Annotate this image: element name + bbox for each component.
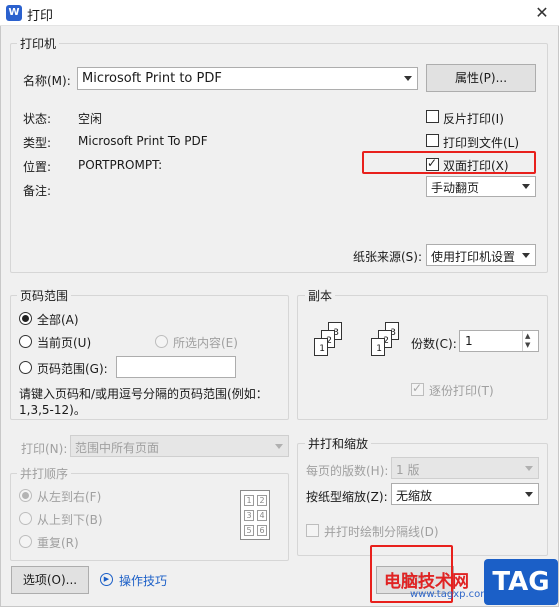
pages-per-sheet-label: 每页的版数(H): [306,464,389,478]
spin-up-icon[interactable]: ▲ [525,332,530,340]
window-title: 打印 [27,9,54,24]
duplex-highlight-box [362,151,536,174]
draw-lines-label: 并打时绘制分隔线(D) [324,525,439,539]
printer-name-select[interactable]: Microsoft Print to PDF [77,67,418,90]
order-left-right-label: 从左到右(F) [37,490,102,504]
range-all-radio[interactable] [19,312,32,325]
title-bar: W 打印 ✕ [0,0,559,26]
chevron-down-icon [275,444,283,449]
collate-checkbox[interactable] [411,381,424,396]
range-pages-radio[interactable] [19,361,32,374]
draw-lines-checkbox[interactable] [306,524,319,537]
preview-cell: 5 [244,525,254,536]
play-circle-icon[interactable]: ▶ [100,573,113,586]
page-range-input[interactable] [116,356,236,378]
location-value: PORTPROMPT: [78,158,163,172]
scale-label: 按纸型缩放(Z): [306,490,388,504]
collate-illustration-set2: 3 2 1 [363,322,411,388]
preview-cell: 3 [244,510,254,521]
status-label: 状态: [23,112,52,126]
preview-cell: 1 [244,495,254,506]
order-title: 并打顺序 [17,465,72,482]
spin-down-icon[interactable]: ▼ [525,341,530,349]
order-top-bottom-radio[interactable] [19,512,32,525]
watermark-url: www.tagxp.com [410,589,490,600]
range-pages-label: 页码范围(G): [37,362,108,376]
copies-spinner[interactable]: ▲ ▼ [522,331,538,351]
pages-per-sheet-select[interactable]: 1 版 [391,457,539,479]
chevron-down-icon [522,184,530,189]
copies-title: 副本 [305,287,336,304]
chevron-down-icon [525,466,533,471]
comment-label: 备注: [23,184,52,198]
chevron-down-icon [404,76,412,81]
reverse-print-checkbox[interactable] [426,110,439,123]
paper-source-select[interactable]: 使用打印机设置 [426,244,536,266]
copies-count-input[interactable]: 1 ▲ ▼ [459,330,539,352]
range-selection-radio[interactable] [155,335,168,348]
range-selection-label: 所选内容(E) [173,336,238,350]
order-left-right-radio[interactable] [19,489,32,502]
properties-button[interactable]: 属性(P)... [426,64,536,92]
location-label: 位置: [23,160,52,174]
reverse-print-label: 反片打印(I) [443,112,504,126]
copies-count-label: 份数(C): [411,337,457,351]
zoom-title: 并打和缩放 [305,435,372,452]
preview-cell: 2 [257,495,267,506]
copy-page-1: 1 [314,338,328,356]
collate-label: 逐份打印(T) [429,384,494,398]
close-icon[interactable]: ✕ [530,2,554,24]
order-preview: 1 2 3 4 5 6 [240,490,270,540]
preview-cell: 4 [257,510,267,521]
range-all-label: 全部(A) [37,313,79,327]
print-what-label: 打印(N): [21,442,68,456]
wps-logo-icon: W [6,5,22,21]
page-range-hint: 请键入页码和/或用逗号分隔的页码范围(例如：1,3,5-12)。 [19,387,268,417]
order-repeat-radio[interactable] [19,535,32,548]
type-label: 类型: [23,136,52,150]
type-value: Microsoft Print To PDF [78,134,208,148]
print-what-select[interactable]: 范围中所有页面 [70,435,289,457]
collate-illustration: 3 2 1 [306,322,354,388]
paper-source-label: 纸张来源(S): [353,250,423,264]
page-range-title: 页码范围 [17,287,72,304]
print-to-file-checkbox[interactable] [426,134,439,147]
status-value: 空闲 [78,112,103,126]
preview-cell: 6 [257,525,267,536]
order-top-bottom-label: 从上到下(B) [37,513,103,527]
watermark-tag-badge: TAG [484,559,558,605]
printer-group-title: 打印机 [17,35,60,52]
copy-page-1: 1 [371,338,385,356]
options-button[interactable]: 选项(O)... [11,566,89,594]
order-repeat-label: 重复(R) [37,536,79,550]
chevron-down-icon [522,253,530,258]
range-current-label: 当前页(U) [37,336,92,350]
scale-select[interactable]: 无缩放 [391,483,539,505]
duplex-mode-select[interactable]: 手动翻页 [426,176,536,197]
range-current-radio[interactable] [19,335,32,348]
printer-name-label: 名称(M): [23,74,71,88]
tips-link[interactable]: 操作技巧 [119,572,167,589]
print-to-file-label: 打印到文件(L) [443,136,520,150]
chevron-down-icon [525,492,533,497]
